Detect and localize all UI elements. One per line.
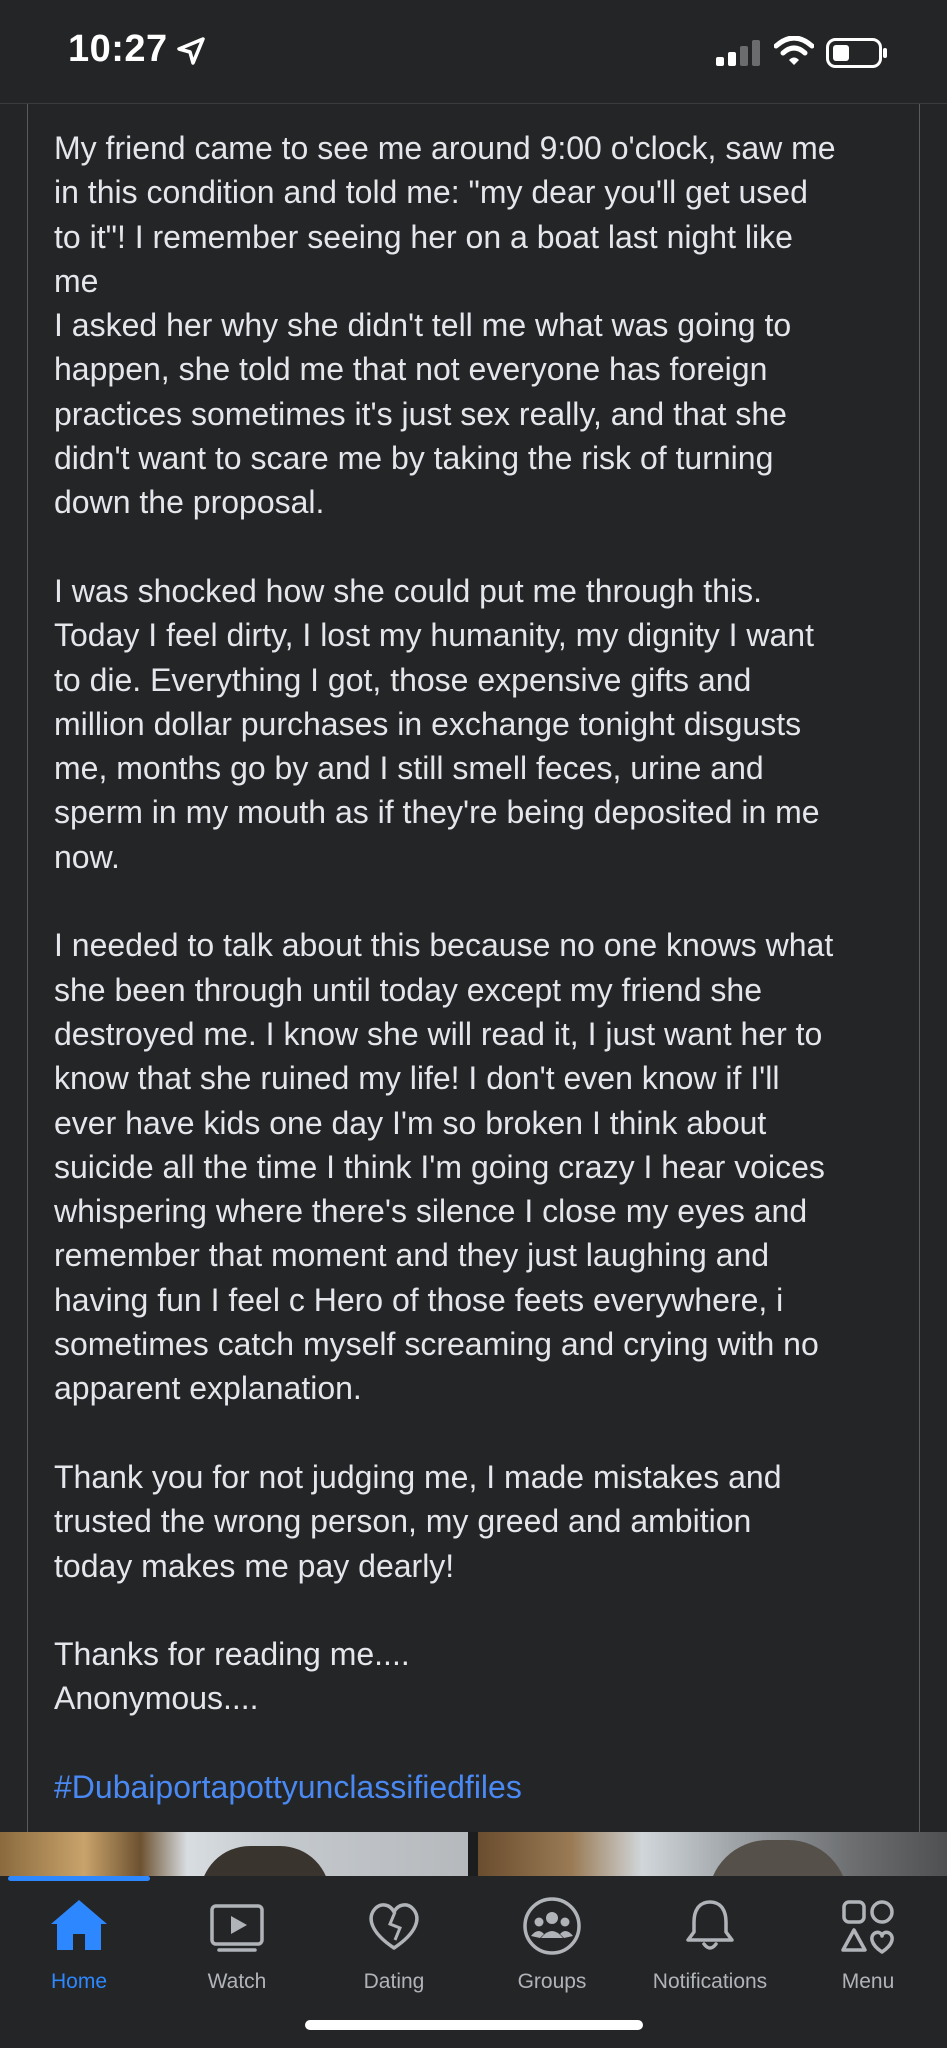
home-icon (47, 1894, 111, 1958)
status-bar: 10:27 (0, 0, 947, 104)
tab-label: Menu (841, 1970, 895, 1993)
post-paragraph: Thank you for not judging me, I made mis… (54, 1458, 782, 1584)
photo-strip (0, 1832, 947, 1876)
location-arrow-icon (176, 36, 206, 71)
tab-groups[interactable]: Groups (473, 1894, 631, 2004)
tab-notifications[interactable]: Notifications (631, 1894, 789, 2004)
dating-icon (362, 1894, 426, 1958)
active-tab-indicator (8, 1876, 150, 1881)
tab-dating[interactable]: Dating (315, 1894, 473, 2004)
photo-subject (200, 1846, 330, 1876)
tab-home[interactable]: Home (0, 1894, 158, 2004)
tab-label: Notifications (652, 1970, 768, 1993)
bell-icon (678, 1894, 742, 1958)
wifi-icon (773, 35, 815, 71)
post-photo[interactable] (478, 1832, 947, 1876)
tab-label: Home (50, 1970, 108, 1993)
tab-label: Watch (207, 1970, 267, 1993)
status-time: 10:27 (68, 28, 168, 70)
post-body: My friend came to see me around 9:00 o'c… (54, 126, 914, 1809)
home-indicator[interactable] (305, 2020, 643, 2030)
tab-watch[interactable]: Watch (158, 1894, 316, 2004)
groups-icon (520, 1894, 584, 1958)
post-photo[interactable] (0, 1832, 468, 1876)
tab-label: Dating (363, 1970, 425, 1993)
post-paragraph: Thanks for reading me.... Anonymous.... (54, 1636, 410, 1717)
photo-subject (708, 1840, 848, 1876)
battery-icon (826, 38, 888, 73)
post-card: My friend came to see me around 9:00 o'c… (27, 104, 920, 1832)
post-paragraph: I needed to talk about this because no o… (54, 927, 834, 1407)
post-paragraph: My friend came to see me around 9:00 o'c… (54, 130, 836, 521)
tab-label: Groups (517, 1970, 587, 1993)
post-paragraph: I was shocked how she could put me throu… (54, 572, 820, 875)
tab-menu[interactable]: Menu (789, 1894, 947, 2004)
hashtag-link[interactable]: #Dubaiportapottyunclassifiedfiles (54, 1769, 522, 1805)
menu-icon (836, 1894, 900, 1958)
cellular-signal-icon (716, 40, 762, 71)
watch-icon (205, 1894, 269, 1958)
